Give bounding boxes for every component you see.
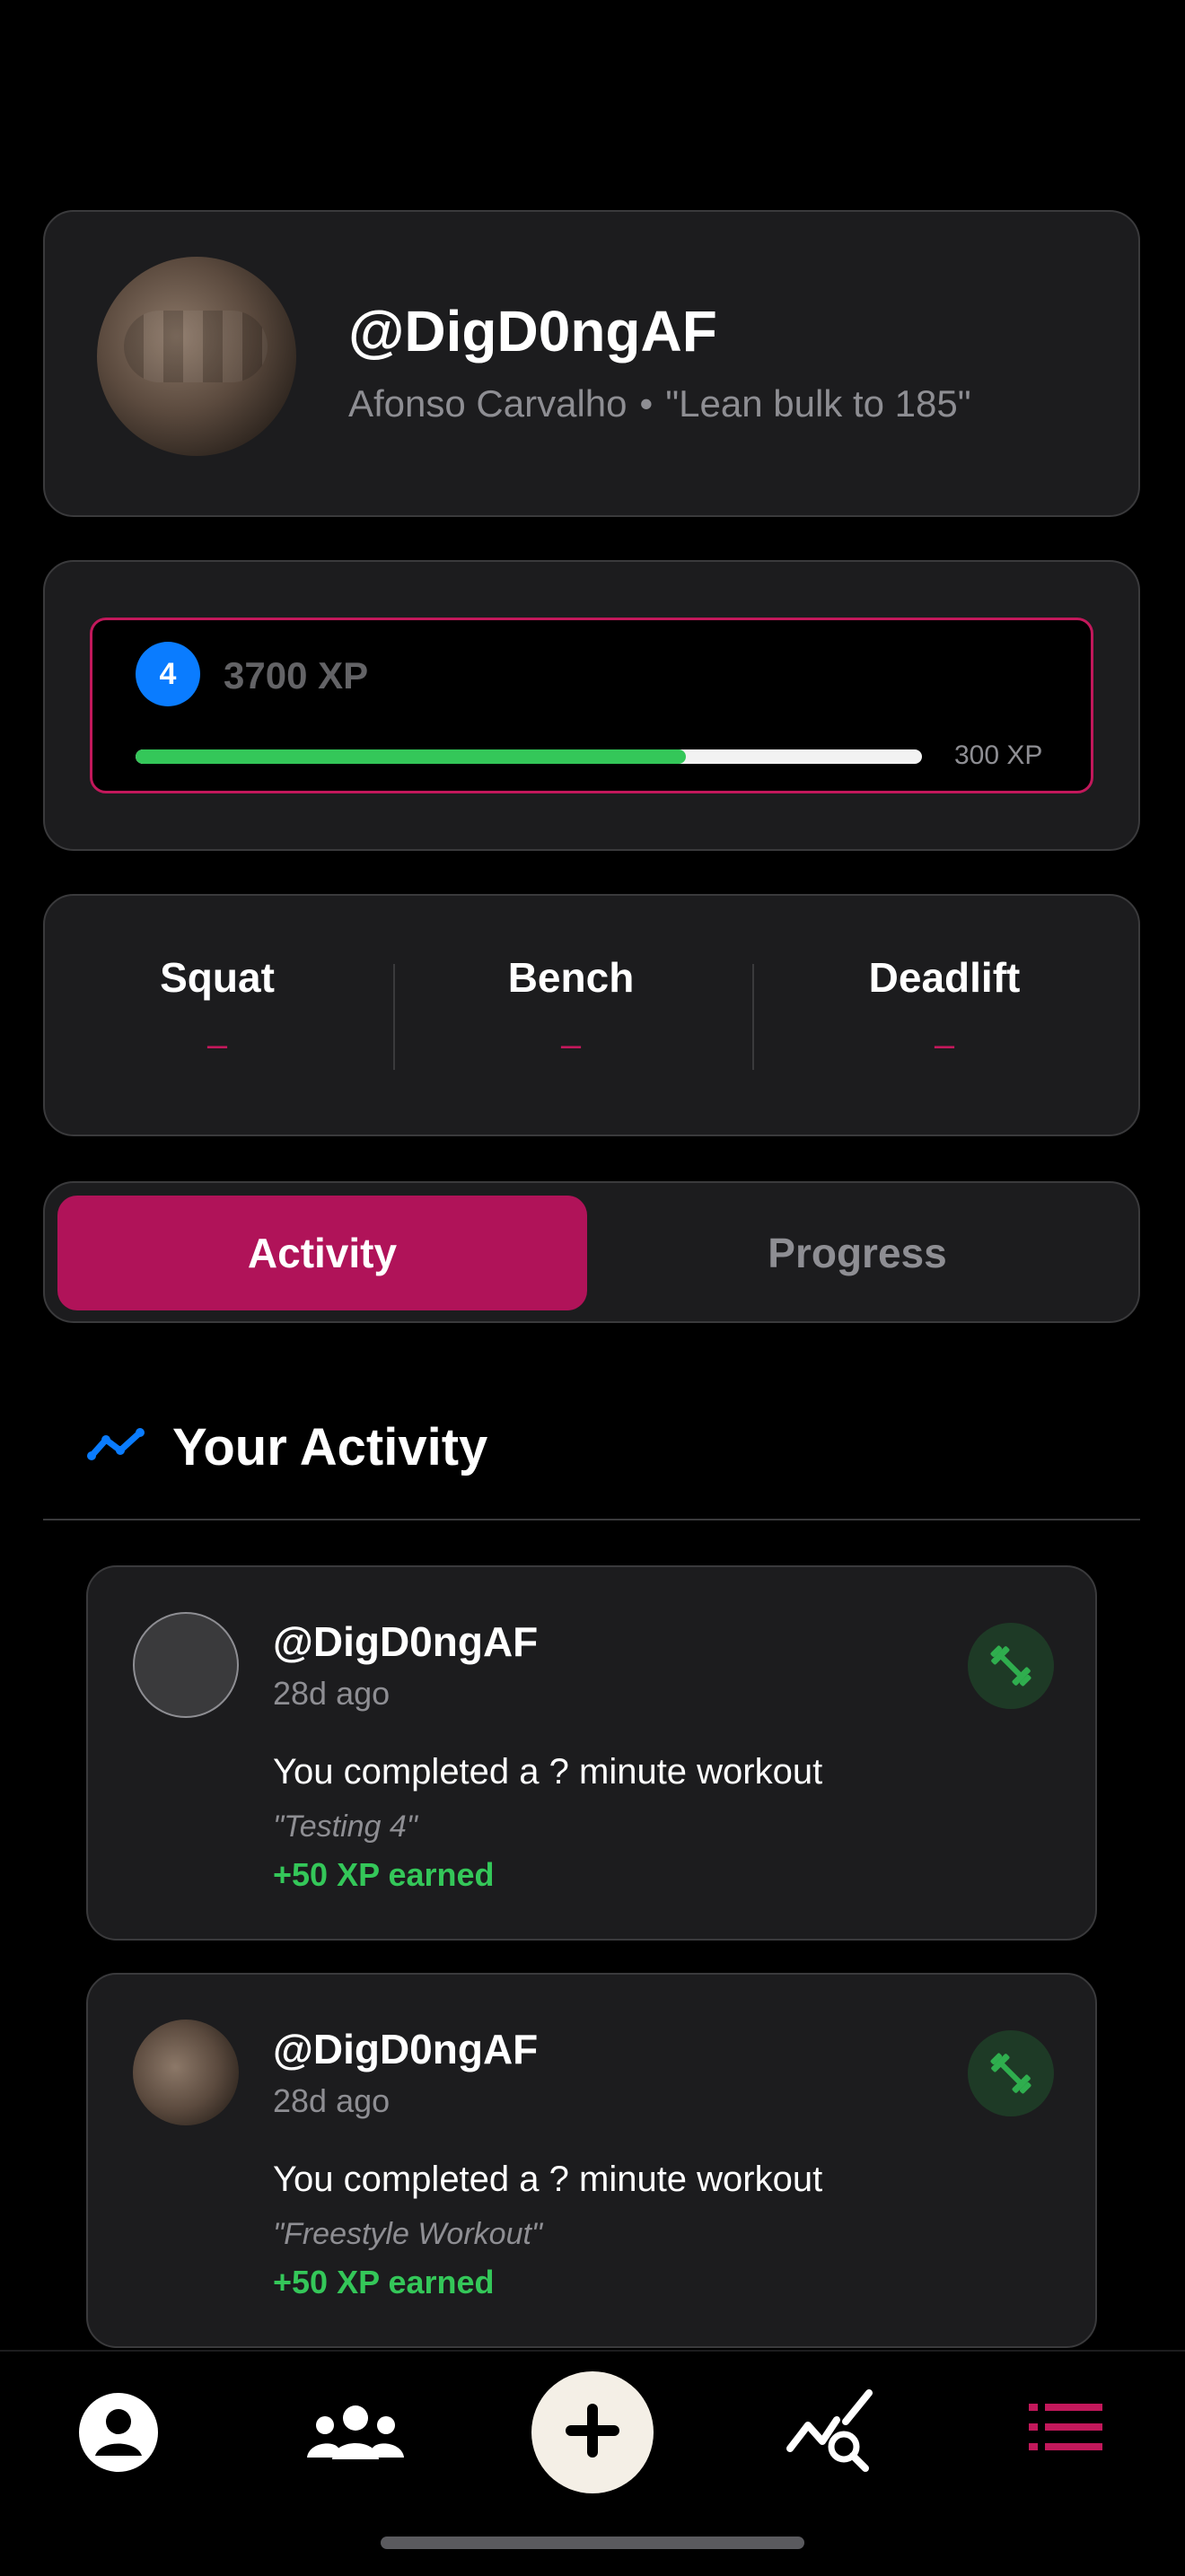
lift-value: – — [560, 1025, 582, 1065]
lift-bench[interactable]: Bench – — [436, 953, 706, 1065]
profile-handle: @DigD0ngAF — [348, 299, 717, 364]
add-icon — [560, 2398, 625, 2467]
lift-name: Squat — [160, 954, 275, 1001]
separator-dot: • — [639, 382, 654, 425]
activity-xp: +50 XP earned — [273, 1856, 495, 1893]
activity-xp: +50 XP earned — [273, 2264, 495, 2300]
xp-total: 3700 XP — [224, 654, 369, 697]
activity-quote: "Freestyle Workout" — [273, 2217, 542, 2251]
tab-progress[interactable]: Progress — [587, 1196, 1128, 1310]
xp-progress-fill — [136, 749, 687, 764]
list-icon[interactable] — [1029, 2404, 1102, 2450]
avatar[interactable] — [133, 1612, 239, 1718]
profile-goal: "Lean bulk to 185" — [665, 382, 971, 425]
tab-activity[interactable]: Activity — [57, 1196, 587, 1310]
activity-handle[interactable]: @DigD0ngAF — [273, 1617, 538, 1666]
xp-progress-bar — [136, 749, 922, 764]
add-button[interactable] — [531, 2371, 654, 2493]
lifts-card: Squat – Bench – Deadlift – — [43, 894, 1140, 1136]
profile-subline: Afonso Carvalho • "Lean bulk to 185" — [348, 382, 971, 425]
dumbbell-icon — [968, 2030, 1054, 2116]
dumbbell-icon — [968, 1623, 1054, 1709]
activity-quote: "Testing 4" — [273, 1809, 417, 1844]
segmented-control: Activity Progress — [43, 1181, 1140, 1323]
section-divider — [43, 1519, 1140, 1520]
activity-handle[interactable]: @DigD0ngAF — [273, 2025, 538, 2073]
profile-avatar[interactable] — [97, 257, 296, 456]
lift-name: Deadlift — [868, 954, 1021, 1001]
lift-deadlift[interactable]: Deadlift – — [810, 953, 1079, 1065]
avatar[interactable] — [133, 2020, 239, 2125]
level-badge: 4 — [136, 642, 200, 706]
lift-value: – — [934, 1025, 955, 1065]
divider — [393, 964, 395, 1070]
activity-text: You completed a ? minute workout — [273, 1752, 823, 1792]
divider — [752, 964, 754, 1070]
profile-name: Afonso Carvalho — [348, 382, 628, 425]
xp-remaining: 300 XP — [954, 740, 1043, 770]
xp-panel[interactable]: 4 3700 XP 300 XP — [90, 618, 1093, 793]
xp-card: 4 3700 XP 300 XP — [43, 560, 1140, 851]
trend-line-icon — [86, 1425, 149, 1469]
lift-value: – — [206, 1025, 228, 1065]
activity-text: You completed a ? minute workout — [273, 2160, 823, 2199]
activity-card[interactable]: @DigD0ngAF 28d ago You completed a ? min… — [86, 1973, 1097, 2348]
activity-header: Your Activity — [86, 1411, 487, 1483]
profile-card: @DigD0ngAF Afonso Carvalho • "Lean bulk to… — [43, 210, 1140, 517]
lift-squat[interactable]: Squat – — [83, 953, 352, 1065]
friends-icon[interactable] — [305, 2400, 406, 2465]
home-indicator — [381, 2537, 804, 2549]
profile-icon[interactable] — [75, 2389, 162, 2475]
activity-time: 28d ago — [273, 1675, 391, 1712]
lift-name: Bench — [507, 954, 635, 1001]
activity-title: Your Activity — [172, 1417, 488, 1476]
stats-search-icon[interactable] — [785, 2389, 874, 2475]
activity-card[interactable]: @DigD0ngAF 28d ago You completed a ? min… — [86, 1565, 1097, 1941]
activity-time: 28d ago — [273, 2082, 391, 2119]
